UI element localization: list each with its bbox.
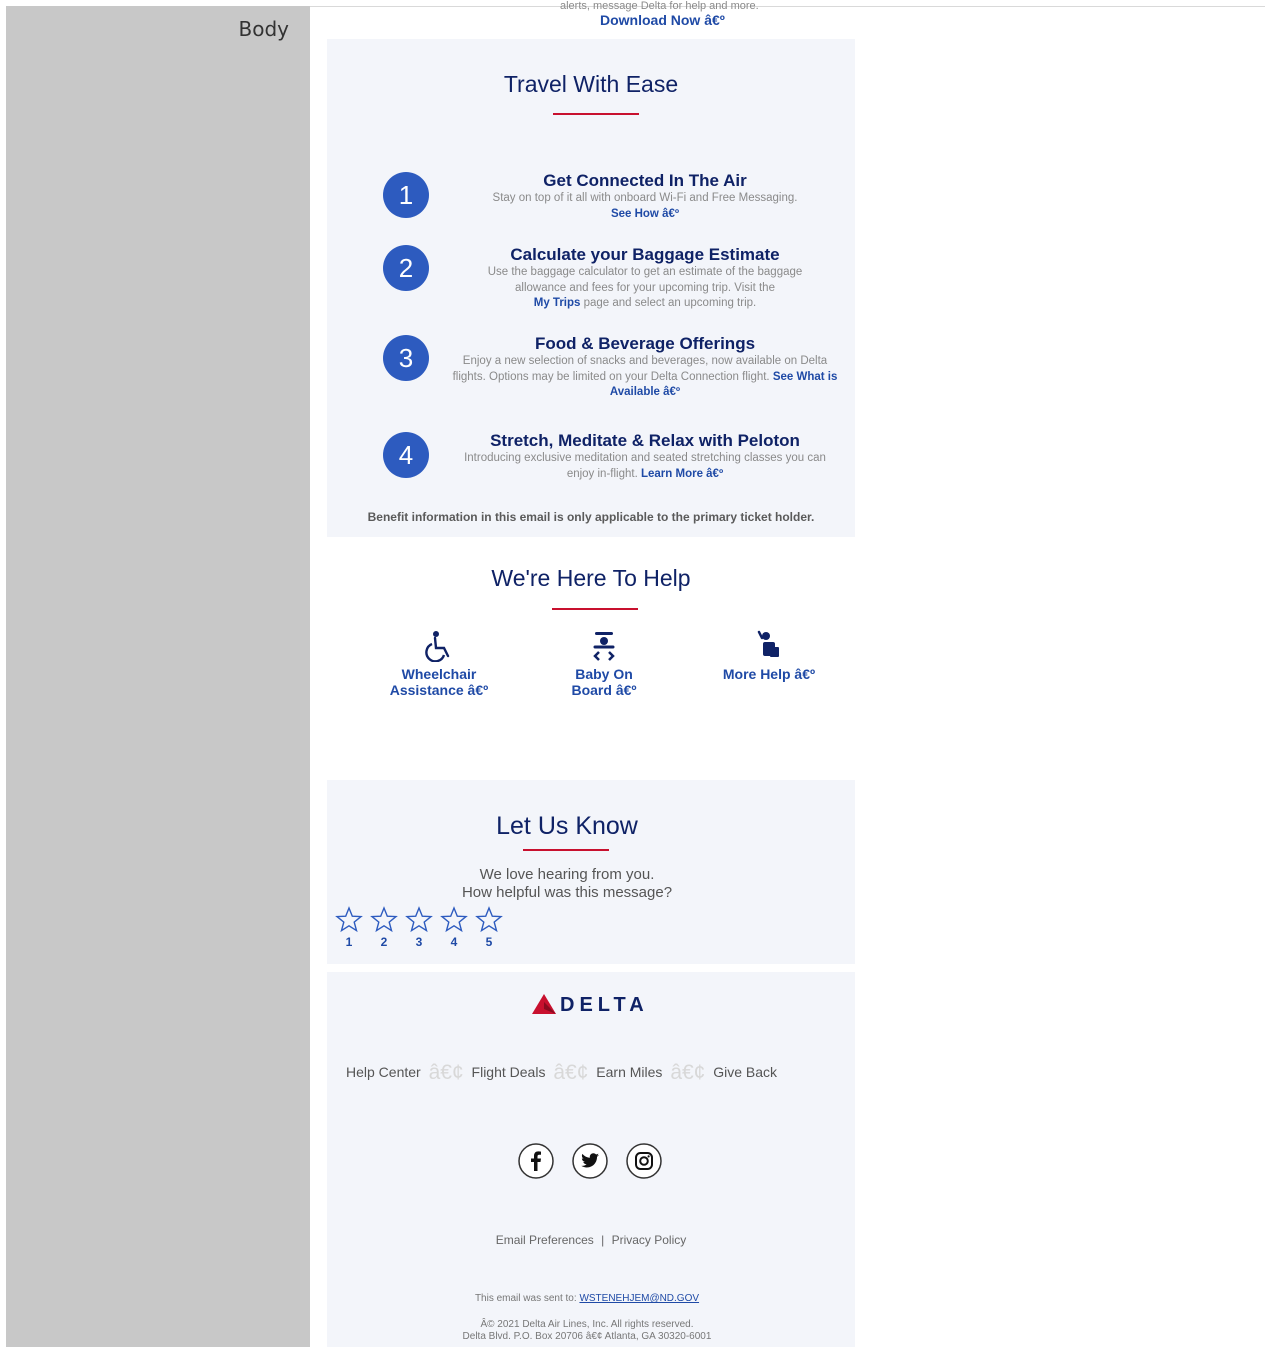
copyright-text: Â© 2021 Delta Air Lines, Inc. All rights… [480,1319,694,1330]
copyright-block: Â© 2021 Delta Air Lines, Inc. All rights… [327,1319,847,1343]
step-3-title: Food & Beverage Offerings [534,334,756,353]
sent-to-label: This email was sent to: [474,1293,577,1304]
step-4-body-line2: enjoy in-flight. [566,467,638,480]
wheelchair-label-line1: Wheelchair [401,666,477,682]
footer-section: DELTA Help Center â€¢ Flight Deals â€¢ E… [327,972,855,1347]
email-preferences-link[interactable]: Email Preferences [496,1233,594,1247]
more-help-link[interactable]: More Help â€º [708,630,830,682]
step-3-badge: 3 [383,335,429,381]
step-3-body-line2: flights. Options may be limited on your … [452,370,770,383]
step-1-title: Get Connected In The Air [543,171,747,190]
feedback-line1: We love hearing from you. [479,866,655,883]
delta-widget-logo-icon [532,994,556,1014]
wheelchair-assistance-link[interactable]: Wheelchair Assistance â€º [380,630,498,698]
footer-nav-separator: â€¢ [553,1061,589,1084]
facebook-icon [518,1143,554,1179]
footer-link-help-center[interactable]: Help Center [346,1064,421,1080]
travel-section: Travel With Ease 1 Get Connected In The … [327,39,855,537]
twitter-icon [572,1143,608,1179]
left-panel: Body [6,6,310,1347]
rating-star-1[interactable]: 1 [334,906,364,949]
rating-star-5[interactable]: 5 [474,906,504,949]
rating-star-2[interactable]: 2 [369,906,399,949]
my-trips-link[interactable]: My Trips [534,297,581,309]
more-help-label: More Help â€º [722,666,816,682]
footer-link-earn-miles[interactable]: Earn Miles [596,1064,662,1080]
rating-4-label: 4 [450,935,458,949]
instagram-link[interactable] [626,1143,662,1179]
footer-nav-separator: â€¢ [428,1061,464,1084]
sent-to-line: This email was sent to: WSTENEHJEM@ND.GO… [327,1293,847,1305]
facebook-link[interactable] [518,1143,554,1179]
twitter-link[interactable] [572,1143,608,1179]
step-2-badge: 2 [383,245,429,291]
step-4-badge: 4 [383,432,429,478]
rating-1-label: 1 [345,935,353,949]
feedback-section: Let Us Know We love hearing from you. Ho… [327,780,855,964]
see-how-link[interactable]: See How â€º [611,208,679,220]
step-3: Food & Beverage Offerings Enjoy a new se… [445,334,845,401]
recipient-email-link[interactable]: WSTENEHJEM@ND.GOV [579,1293,699,1304]
step-4-title: Stretch, Meditate & Relax with Peloton [490,431,800,450]
step-1-body: Stay on top of it all with onboard Wi-Fi… [492,192,798,204]
travel-title: Travel With Ease [503,71,679,97]
step-2-body-line2: allowance and fees for your upcoming tri… [515,281,775,294]
feedback-text: We love hearing from you. How helpful wa… [327,866,807,902]
privacy-policy-link[interactable]: Privacy Policy [612,1233,687,1247]
legal-separator: | [601,1233,605,1247]
legal-links: Email Preferences | Privacy Policy [327,1233,855,1247]
footer-link-flight-deals[interactable]: Flight Deals [472,1064,546,1080]
baby-label-line1: Baby On [575,666,633,682]
email-body: alerts, message Delta for help and more.… [310,0,870,1347]
step-1-badge: 1 [383,172,429,218]
feedback-title: Let Us Know [496,812,638,840]
footer-nav: Help Center â€¢ Flight Deals â€¢ Earn Mi… [346,1061,777,1085]
step-2: Calculate your Baggage Estimate Use the … [445,245,845,312]
step-2-title: Calculate your Baggage Estimate [510,245,780,264]
help-title-underline [552,608,638,610]
step-3-body-line1: Enjoy a new selection of snacks and beve… [462,355,828,367]
baby-label-line2: Board â€º [571,682,637,698]
step-2-body-after: page and select an upcoming trip. [580,297,757,309]
download-now-link[interactable]: Download Now â€º [600,12,725,28]
step-4: Stretch, Meditate & Relax with Peloton I… [445,431,845,482]
step-2-body-line1: Use the baggage calculator to get an est… [487,266,803,278]
footer-nav-separator: â€¢ [670,1061,706,1084]
travel-title-underline [553,113,639,115]
star-icon [440,906,468,933]
partial-top-text: alerts, message Delta for help and more. [560,0,759,12]
star-icon [405,906,433,933]
wheelchair-icon [425,631,450,662]
star-icon [475,906,503,933]
rating-2-label: 2 [380,935,388,949]
step-4-body-line1: Introducing exclusive meditation and sea… [464,452,826,464]
benefit-note: Benefit information in this email is onl… [367,510,815,524]
feedback-title-underline [523,849,609,851]
feedback-line2: How helpful was this message? [461,884,673,901]
star-icon [335,906,363,933]
instagram-icon [626,1143,662,1179]
learn-more-link[interactable]: Learn More â€º [641,468,723,480]
wheelchair-label-line2: Assistance â€º [389,682,489,698]
step-1: Get Connected In The Air Stay on top of … [445,171,845,222]
rating-star-3[interactable]: 3 [404,906,434,949]
rating-star-4[interactable]: 4 [439,906,469,949]
panel-label: Body [238,17,290,41]
help-person-icon [757,630,779,657]
help-title: We're Here To Help [491,565,691,591]
star-icon [370,906,398,933]
delta-wordmark: DELTA [560,994,649,1016]
baby-icon [593,632,615,661]
rating-5-label: 5 [485,935,493,949]
address-text: Delta Blvd. P.O. Box 20706 â€¢ Atlanta, … [462,1331,712,1342]
footer-link-give-back[interactable]: Give Back [713,1064,777,1080]
rating-3-label: 3 [415,935,423,949]
baby-on-board-link[interactable]: Baby On Board â€º [545,630,663,698]
